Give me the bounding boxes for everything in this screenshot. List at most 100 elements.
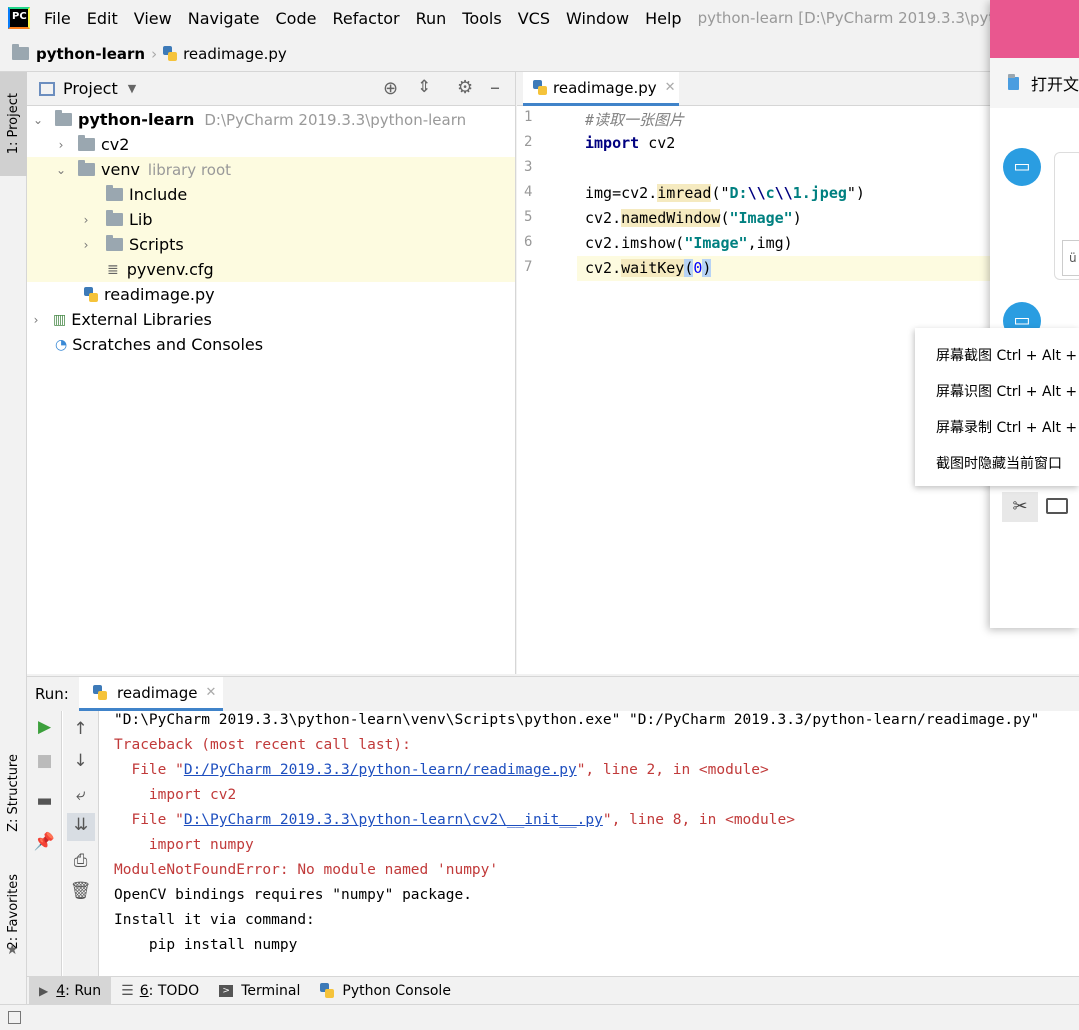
code-text: ")	[846, 184, 865, 202]
menu-tools[interactable]: Tools	[462, 9, 501, 28]
tab-todo[interactable]: ☰ 6: TODO	[111, 977, 209, 1005]
tree-row-pyvenv[interactable]: ≣ pyvenv.cfg	[27, 257, 515, 282]
string: c	[765, 184, 775, 202]
tree-root-name: python-learn	[78, 110, 195, 129]
tab-readimage[interactable]: readimage.py ✕	[523, 72, 679, 106]
menubar: PC File Edit View Navigate Code Refactor…	[0, 0, 1079, 36]
popup-header-text[interactable]: 打开文	[1031, 71, 1079, 95]
monitor-icon[interactable]: ▭	[1003, 148, 1041, 186]
menu-item-hide-window[interactable]: 截图时隐藏当前窗口	[936, 453, 1062, 473]
tab-run-label: : Run	[65, 982, 102, 999]
tree-item-hint: library root	[147, 160, 232, 179]
arrow-up-icon[interactable]: ↑	[63, 719, 98, 739]
breadcrumb-file[interactable]: readimage.py	[183, 45, 287, 63]
close-icon[interactable]: ✕	[206, 685, 217, 700]
tree-row-external-libraries[interactable]: › ▥ External Libraries	[27, 307, 515, 332]
folder-icon	[12, 44, 29, 60]
tree-row-root[interactable]: ⌄ python-learn D:\PyCharm 2019.3.3\pytho…	[27, 107, 515, 132]
console-text: ", line 2, in <module>	[576, 762, 769, 778]
left-tool-strip: 1: Project Z: Structure 2: Favorites ★	[0, 72, 27, 1004]
tab-terminal[interactable]: > Terminal	[209, 977, 310, 1005]
layout-icon[interactable]: ▬	[27, 791, 62, 811]
chevron-down-icon[interactable]: ⌄	[54, 163, 68, 177]
menu-refactor[interactable]: Refactor	[332, 9, 399, 28]
string: "Image"	[729, 209, 793, 227]
breadcrumb-project[interactable]: python-learn	[36, 45, 145, 63]
folder-open-icon[interactable]	[1046, 498, 1068, 514]
soft-wrap-icon[interactable]: ⤶	[63, 785, 98, 805]
chevron-down-icon[interactable]: ⌄	[31, 113, 45, 127]
tab-python-console[interactable]: Python Console	[310, 977, 461, 1005]
tree-row-venv[interactable]: ⌄ venv library root	[27, 157, 515, 182]
menu-help[interactable]: Help	[645, 9, 681, 28]
menu-window[interactable]: Window	[566, 9, 629, 28]
code-line-2[interactable]: import cv2	[585, 134, 675, 152]
menu-navigate[interactable]: Navigate	[188, 9, 260, 28]
text-file-icon: ≣	[107, 261, 119, 278]
menu-vcs[interactable]: VCS	[518, 9, 550, 28]
escape: \\	[774, 184, 793, 202]
menu-item-screen-record[interactable]: 屏幕录制 Ctrl + Alt +	[936, 417, 1077, 437]
tab-project[interactable]: 1: Project	[0, 72, 27, 176]
collapse-icon[interactable]: ⇕	[417, 77, 431, 97]
scroll-to-end-icon[interactable]: ⇊	[67, 813, 95, 841]
tool-windows-icon[interactable]	[8, 1011, 21, 1024]
hide-icon[interactable]: –	[490, 75, 500, 99]
scissors-icon[interactable]: ✂	[1002, 492, 1038, 522]
locate-icon[interactable]: ⊕	[383, 78, 398, 99]
project-panel: Project ▼ ⊕ ⇕ ⚙ – ⌄ python-learn D:\PyCh…	[27, 72, 516, 674]
menu-code[interactable]: Code	[276, 9, 317, 28]
rerun-icon[interactable]: ▶	[27, 717, 62, 737]
code-line-1[interactable]: #读取一张图片	[585, 109, 684, 130]
chevron-right-icon[interactable]: ›	[79, 238, 93, 252]
menu-edit[interactable]: Edit	[87, 9, 118, 28]
code-line-7[interactable]: cv2.waitKey(0)	[585, 259, 712, 277]
print-icon[interactable]: ⎙	[63, 851, 98, 871]
menu-view[interactable]: View	[134, 9, 172, 28]
chevron-down-icon[interactable]: ▼	[128, 82, 136, 95]
tab-structure[interactable]: Z: Structure	[0, 740, 27, 845]
code-text: ("	[711, 184, 730, 202]
chevron-right-icon[interactable]: ›	[29, 313, 43, 327]
tree-row-include[interactable]: Include	[27, 182, 515, 207]
tab-project-label: 1: Project	[6, 93, 21, 155]
tree-item-label: pyvenv.cfg	[126, 260, 214, 279]
code-line-5[interactable]: cv2.namedWindow("Image")	[585, 209, 802, 227]
menu-run[interactable]: Run	[416, 9, 447, 28]
package-folder-icon	[78, 135, 95, 151]
menu-file[interactable]: File	[44, 9, 71, 28]
tree-row-scripts[interactable]: › Scripts	[27, 232, 515, 257]
play-icon: ▶	[39, 983, 49, 998]
gear-icon[interactable]: ⚙	[457, 77, 473, 98]
stop-icon[interactable]: ■	[27, 751, 62, 771]
tab-run[interactable]: ▶ 4: Run	[29, 976, 112, 1005]
menu-item-screen-recognize[interactable]: 屏幕识图 Ctrl + Alt +	[936, 381, 1077, 401]
menu-item-screen-capture[interactable]: 屏幕截图 Ctrl + Alt +	[936, 345, 1077, 365]
chevron-right-icon[interactable]: ›	[54, 138, 68, 152]
line-number: 7	[524, 259, 533, 275]
close-icon[interactable]: ✕	[665, 80, 676, 95]
pin-icon[interactable]: 📌	[27, 832, 62, 852]
tab-python-console-label: Python Console	[342, 982, 451, 999]
tree-row-readimage[interactable]: readimage.py	[27, 282, 515, 307]
run-panel-header: Run: readimage ✕	[27, 677, 1079, 711]
tab-run-readimage[interactable]: readimage ✕	[79, 677, 223, 711]
trash-icon[interactable]: 🗑	[63, 881, 98, 901]
line-number: 2	[524, 134, 533, 150]
preview-input[interactable]: ü	[1062, 240, 1079, 276]
tree-item-label: Lib	[129, 210, 153, 229]
tab-structure-label: Z: Structure	[6, 753, 21, 832]
list-icon: ☰	[121, 982, 134, 999]
run-label: Run:	[35, 685, 69, 703]
code-line-4[interactable]: img=cv2.imread("D:\\c\\1.jpeg")	[585, 184, 865, 202]
project-view-selector[interactable]: Project	[63, 79, 118, 98]
arrow-down-icon[interactable]: ↓	[63, 751, 98, 771]
tree-row-scratches[interactable]: ◔ Scratches and Consoles	[27, 332, 515, 357]
file-link[interactable]: D:/PyCharm 2019.3.3/python-learn/readima…	[184, 762, 577, 778]
tree-row-lib[interactable]: › Lib	[27, 207, 515, 232]
screenshot-tool-popup: 打开文 ▭ ü ▭ ✂	[990, 0, 1079, 628]
chevron-right-icon[interactable]: ›	[79, 213, 93, 227]
code-line-6[interactable]: cv2.imshow("Image",img)	[585, 234, 793, 252]
tree-row-cv2[interactable]: › cv2	[27, 132, 515, 157]
file-link[interactable]: D:\PyCharm 2019.3.3\python-learn\cv2\__i…	[184, 812, 603, 828]
